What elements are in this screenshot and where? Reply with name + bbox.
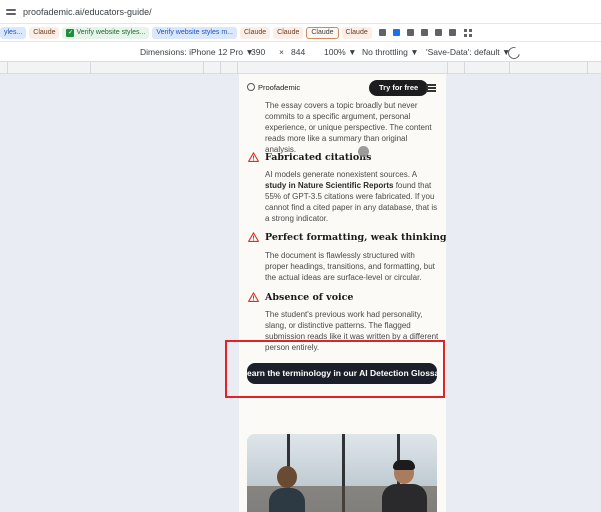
- url-text[interactable]: proofademic.ai/educators-guide/: [23, 7, 152, 17]
- bookmark-favicon-icon[interactable]: [420, 29, 428, 36]
- warning-triangle-icon: [248, 232, 259, 242]
- section-heading-fabricated-citations: Fabricated citations: [265, 152, 372, 163]
- bookmark-favicon-icon[interactable]: [378, 29, 386, 36]
- bookmark-favicon-icon[interactable]: [392, 29, 400, 36]
- proofademic-logo-icon[interactable]: [247, 83, 255, 91]
- bookmark-item[interactable]: Claude: [29, 26, 60, 39]
- bookmark-favicon-icon[interactable]: [448, 29, 456, 36]
- section-heading-absence-of-voice: Absence of voice: [265, 292, 354, 303]
- warning-triangle-icon: [248, 152, 259, 162]
- media-query-ruler[interactable]: [0, 62, 601, 74]
- checkmark-icon: ✓: [66, 28, 75, 37]
- site-navbar: Proofademic Try for free: [239, 74, 446, 102]
- bookmark-item[interactable]: Verify website styles m...: [152, 26, 237, 39]
- section-body-fabricated-citations: AI models generate nonexistent sources. …: [265, 170, 438, 223]
- bookmark-item[interactable]: yles...: [0, 26, 27, 39]
- bookmark-favicon-icon[interactable]: [434, 29, 442, 36]
- bookmark-item[interactable]: Claude: [306, 26, 339, 39]
- throttling-select[interactable]: No throttling ▼: [362, 47, 419, 57]
- device-toolbar: Dimensions: iPhone 12 Pro ▼ 390 × 844 10…: [0, 42, 601, 62]
- address-bar[interactable]: proofademic.ai/educators-guide/: [0, 0, 601, 24]
- bookmark-item[interactable]: Claude: [239, 26, 271, 39]
- device-width-input[interactable]: 390: [251, 47, 265, 57]
- educators-photo: [247, 434, 437, 512]
- highlight-annotation-box: [225, 340, 445, 398]
- device-dimensions-select[interactable]: Dimensions: iPhone 12 Pro ▼: [140, 47, 254, 57]
- warning-triangle-icon: [248, 292, 259, 302]
- intro-paragraph: The essay covers a topic broadly but nev…: [265, 101, 432, 154]
- touch-cursor-icon: [358, 146, 369, 157]
- section-body-perfect-formatting: The document is flawlessly structured wi…: [265, 251, 435, 282]
- section-heading-perfect-formatting: Perfect formatting, weak thinking: [265, 232, 446, 243]
- site-brand[interactable]: Proofademic: [258, 83, 300, 92]
- bookmark-item[interactable]: Claude: [341, 26, 372, 39]
- study-link[interactable]: study in Nature Scientific Reports: [265, 181, 393, 190]
- site-info-icon[interactable]: [6, 7, 16, 17]
- apps-grid-icon[interactable]: [463, 28, 472, 37]
- bookmark-item[interactable]: Claude: [273, 26, 304, 39]
- bookmark-label: Verify website styles...: [76, 28, 146, 36]
- zoom-select[interactable]: 100% ▼: [324, 47, 357, 57]
- bookmark-favicon-icon[interactable]: [406, 29, 414, 36]
- dimension-separator: ×: [279, 47, 284, 57]
- hamburger-menu-icon[interactable]: [426, 84, 436, 92]
- save-data-select[interactable]: 'Save-Data': default ▼: [426, 47, 510, 57]
- device-height-input[interactable]: 844: [291, 47, 305, 57]
- device-viewport[interactable]: The essay covers a topic broadly but nev…: [239, 74, 446, 512]
- bookmarks-bar: yles... Claude ✓ Verify website styles...…: [0, 24, 601, 42]
- bookmark-item[interactable]: ✓ Verify website styles...: [62, 26, 150, 39]
- try-for-free-button[interactable]: Try for free: [369, 80, 429, 96]
